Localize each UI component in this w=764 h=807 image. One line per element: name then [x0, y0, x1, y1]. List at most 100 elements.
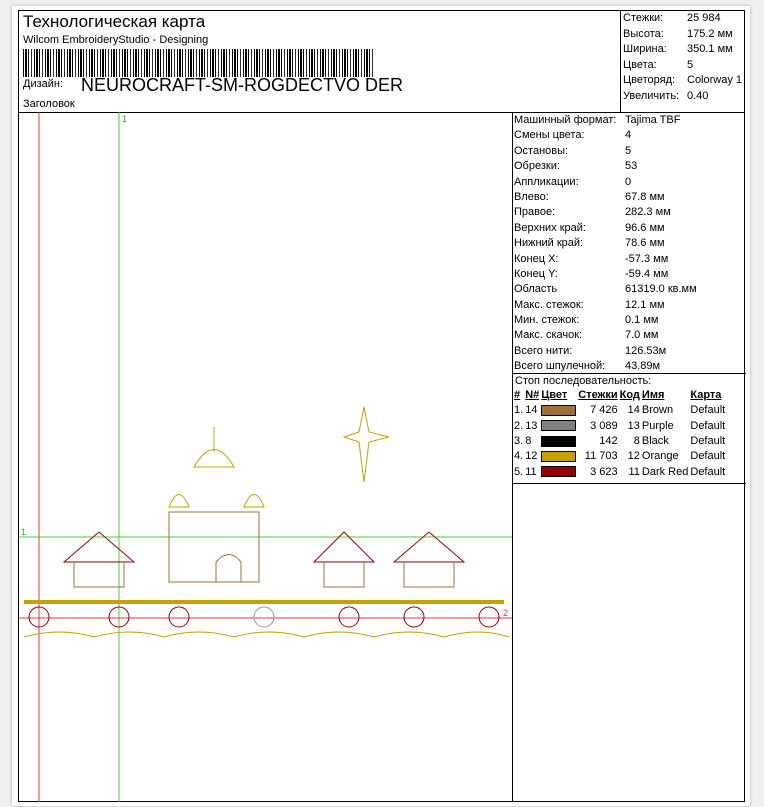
stat-value: 175.2 мм [687, 27, 733, 40]
wave-border [23, 631, 510, 638]
color-swatch [541, 450, 577, 462]
info-row: Остановы: 5 [513, 144, 746, 159]
info-label: Макс. стежок: [514, 298, 584, 311]
stitch-count: 3 089 [590, 419, 618, 432]
column-header: Стежки [578, 389, 618, 402]
color-cell [541, 449, 578, 464]
info-label: Конец X: [514, 252, 559, 265]
info-panel: Машинный формат: Tajima TBF Смены цвета: 4 О… [513, 113, 746, 375]
table-row: 3. 8 142 8 Black Default [514, 434, 727, 449]
info-row: Конец X: -57.3 мм [513, 252, 746, 267]
border-stripe [24, 600, 504, 604]
guide-label-v1: 1 [122, 114, 127, 124]
needle-number: 12 [525, 450, 538, 463]
barcode [23, 49, 373, 77]
stat-row: Цветоряд: Colorway 1 [621, 73, 747, 89]
church [168, 427, 265, 583]
info-row: Обрезки: 53 [513, 159, 746, 174]
info-row: Верхних край: 96.6 мм [513, 221, 746, 236]
info-label: Машинный формат: [514, 114, 617, 126]
snowflakes [28, 606, 500, 628]
info-value: -59.4 мм [625, 267, 669, 280]
row-index: 2. [514, 419, 524, 432]
color-code: 8 [633, 435, 640, 448]
info-label: Мин. стежок: [514, 314, 580, 327]
stat-value: 5 [687, 58, 694, 71]
info-value: 7.0 мм [625, 329, 659, 342]
info-value: 5 [625, 144, 632, 157]
info-label: Влево: [514, 190, 549, 203]
page-title: Технологическая карта [23, 12, 206, 31]
info-label: Обрезки: [514, 160, 560, 173]
stat-value: 0.40 [687, 89, 709, 102]
guide-label-h2: 2 [503, 608, 508, 618]
info-label: Нижний край: [514, 237, 584, 250]
column-header: Цвет [541, 389, 568, 402]
needle-number: 13 [525, 419, 538, 432]
houses [62, 531, 466, 588]
column-header: Код [619, 389, 640, 402]
stat-label: Цвета: [623, 58, 657, 71]
stat-label: Ширина: [623, 43, 667, 55]
info-value: 61319.0 кв.мм [625, 283, 697, 296]
column-header: # [514, 389, 521, 402]
info-value: 4 [625, 129, 632, 142]
color-code: 12 [627, 450, 640, 463]
info-value: 96.6 мм [625, 221, 665, 234]
info-value: 282.3 мм [625, 206, 671, 219]
column-header: N# [525, 389, 540, 402]
stitch-count: 7 426 [590, 404, 618, 417]
table-row: 5. 11 3 623 11 Dark Red Default [514, 464, 727, 479]
stat-row: Высота: 175.2 мм [621, 27, 747, 43]
info-label: Остановы: [514, 144, 569, 157]
row-index: 4. [514, 450, 524, 463]
body: 1 1 2 Машинный формат: Tajima TBF Смены … [18, 112, 746, 802]
info-row: Конец Y: -59.4 мм [513, 267, 746, 282]
color-code: 14 [627, 404, 640, 417]
design-name: NEUROCRAFT-SM-ROGDECTVO DER [81, 75, 404, 95]
design-preview: 1 1 2 [19, 112, 513, 802]
map-name: Default [690, 419, 726, 432]
info-row: Смены цвета: 4 [513, 128, 746, 143]
star [342, 406, 390, 483]
map-name: Default [690, 404, 726, 417]
stat-row: Ширина: 350.1 мм [621, 42, 747, 58]
info-label: Аппликации: [514, 175, 579, 188]
embroidery-design: 1 1 2 [19, 112, 512, 802]
stat-value: 350.1 мм [687, 43, 733, 55]
stitch-count: 142 [599, 435, 618, 448]
info-label: Область [514, 283, 558, 296]
heading-label: Заголовок [23, 98, 75, 110]
info-row: Макс. скачок: 7.0 мм [513, 328, 746, 343]
info-row: Аппликации: 0 [513, 175, 746, 190]
info-value: 78.6 мм [625, 237, 665, 250]
needle-number: 11 [525, 465, 537, 478]
guide-label-h1: 1 [21, 527, 26, 537]
stat-label: Высота: [623, 27, 664, 40]
info-row: Машинный формат: Tajima TBF [513, 113, 746, 128]
color-swatch [541, 420, 577, 432]
info-row: Влево: 67.8 мм [513, 190, 746, 205]
row-index: 3. [514, 435, 524, 448]
stats-panel: Стежки: 25 984 Высота: 175.2 мм Ширина: 350.1… [620, 11, 747, 112]
info-label: Смены цвета: [514, 129, 585, 142]
info-row: Всего нити: 126.53м [513, 344, 746, 359]
stat-label: Цветоряд: [623, 74, 676, 86]
info-label: Верхних край: [514, 221, 586, 234]
table-row: 2. 13 3 089 13 Purple Default [514, 419, 727, 434]
info-value: 0 [625, 175, 632, 188]
color-cell [541, 403, 578, 418]
color-name: Black [641, 435, 669, 448]
info-value: Tajima TBF [625, 114, 681, 126]
row-index: 1. [514, 404, 524, 417]
info-row: Нижний край: 78.6 мм [513, 236, 746, 251]
stat-row: Стежки: 25 984 [621, 11, 747, 27]
info-value: 0.1 мм [625, 314, 659, 327]
info-row: Макс. стежок: 12.1 мм [513, 298, 746, 313]
color-name: Dark Red [641, 465, 689, 478]
column-header: Имя [641, 389, 665, 402]
info-row: Мин. стежок: 0.1 мм [513, 313, 746, 328]
column-header: Карта [690, 389, 722, 402]
info-label: Правое: [514, 206, 556, 219]
stat-row: Цвета: 5 [621, 58, 747, 74]
